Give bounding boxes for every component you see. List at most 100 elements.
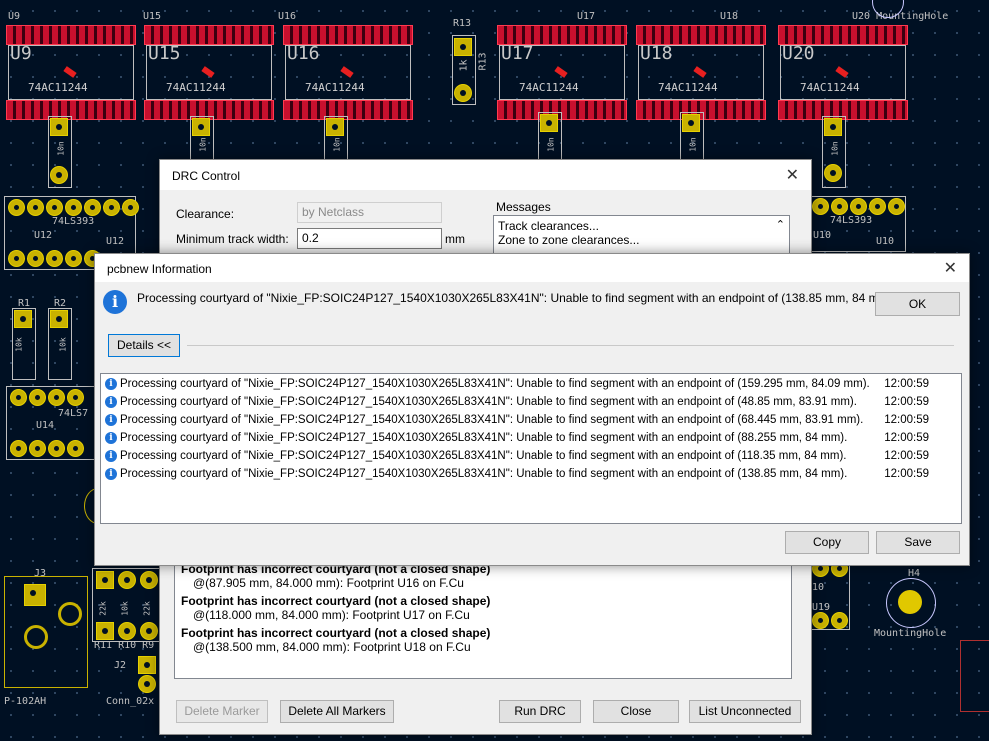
pad: [14, 310, 32, 328]
log-message: Processing courtyard of "Nixie_FP:SOIC24…: [120, 450, 847, 463]
list-unconnected-button[interactable]: List Unconnected: [689, 700, 801, 723]
ref-j2: J2: [114, 660, 127, 671]
pad-row-bottom: [497, 100, 627, 120]
pad: [454, 84, 472, 102]
copy-button[interactable]: Copy: [785, 531, 869, 554]
log-time: 12:00:59: [884, 414, 929, 426]
info-icon: i: [105, 414, 117, 426]
footprint-u18[interactable]: U18 74AC11244: [636, 25, 766, 120]
save-button[interactable]: Save: [876, 531, 960, 554]
pad: [138, 656, 156, 674]
ref-u9: U9: [8, 11, 21, 22]
drc-titlebar[interactable]: DRC Control ✕: [160, 160, 811, 190]
pad: [96, 622, 114, 640]
u10-ref-b: U10: [876, 236, 895, 247]
message-line: Track clearances...: [498, 219, 599, 233]
violation-detail[interactable]: @(87.905 mm, 84.000 mm): Footprint U16 o…: [181, 576, 785, 590]
pad-round: [24, 625, 48, 649]
pad-row: [812, 612, 848, 630]
u12-ref-a: U12: [34, 230, 53, 241]
min-track-width-field[interactable]: 0.2: [297, 228, 442, 249]
cap-value: 10n: [56, 141, 66, 156]
violation-detail[interactable]: @(138.500 mm, 84.000 mm): Footprint U18 …: [181, 640, 785, 654]
r1-value: 10k: [14, 337, 24, 352]
log-time: 12:00:59: [884, 432, 929, 444]
pad: [454, 38, 472, 56]
violations-list[interactable]: Footprint has incorrect courtyard (not a…: [174, 555, 792, 679]
r11-value: 22k: [98, 601, 108, 616]
u12-value: 74LS393: [52, 216, 95, 227]
info-icon: i: [105, 432, 117, 444]
ref-u15: U15: [143, 11, 162, 22]
pad-row: [10, 389, 84, 407]
pad-row-top: [283, 25, 413, 45]
mounting-hole-pad: [898, 590, 922, 614]
delete-all-markers-button[interactable]: Delete All Markers: [280, 700, 394, 723]
log-row[interactable]: i Processing courtyard of "Nixie_FP:SOIC2…: [105, 431, 957, 449]
details-log-list[interactable]: i Processing courtyard of "Nixie_FP:SOIC2…: [100, 373, 962, 524]
message-line: Zone to zone clearances...: [498, 233, 640, 247]
pad: [50, 118, 68, 136]
cap-value: 10n: [198, 137, 208, 152]
ref-mountinghole: MountingHole: [874, 628, 947, 639]
cap-value: 10n: [830, 141, 840, 156]
close-icon[interactable]: ✕: [786, 165, 799, 185]
pad: [50, 310, 68, 328]
footprint-label: U9: [10, 43, 32, 64]
violation-detail[interactable]: @(118.000 mm, 84.000 mm): Footprint U17 …: [181, 608, 785, 622]
log-row[interactable]: i Processing courtyard of "Nixie_FP:SOIC2…: [105, 413, 957, 431]
footprint-value: 74AC11244: [28, 81, 88, 94]
footprint-u20[interactable]: U20 74AC11244: [778, 25, 908, 120]
delete-marker-button[interactable]: Delete Marker: [176, 700, 268, 723]
info-titlebar[interactable]: pcbnew Information ✕: [95, 254, 969, 282]
violation-heading[interactable]: Footprint has incorrect courtyard (not a…: [181, 626, 785, 640]
board-edge-fragment: [960, 640, 989, 712]
footprint-label: U18: [640, 43, 673, 64]
log-message: Processing courtyard of "Nixie_FP:SOIC24…: [120, 432, 848, 445]
pad-round: [58, 602, 82, 626]
ref-u20-mountinghole: U20 MountingHole: [852, 11, 949, 22]
close-icon[interactable]: ✕: [944, 258, 957, 278]
log-row[interactable]: i Processing courtyard of "Nixie_FP:SOIC2…: [105, 467, 957, 485]
messages-label: Messages: [496, 200, 551, 214]
ref-p102ah: P-102AH: [4, 696, 47, 707]
info-icon: i: [105, 468, 117, 480]
close-button[interactable]: Close: [593, 700, 679, 723]
cap-value: 10n: [332, 137, 342, 152]
r9-value: 22k: [142, 601, 152, 616]
pad-row-top: [778, 25, 908, 45]
info-icon: i: [105, 378, 117, 390]
log-row[interactable]: i Processing courtyard of "Nixie_FP:SOIC2…: [105, 395, 957, 413]
violation-heading[interactable]: Footprint has incorrect courtyard (not a…: [181, 594, 785, 608]
min-track-width-label: Minimum track width:: [176, 232, 289, 246]
ok-button[interactable]: OK: [875, 292, 960, 316]
footprint-u15[interactable]: U15 74AC11244: [144, 25, 274, 120]
run-drc-button[interactable]: Run DRC: [499, 700, 581, 723]
info-icon: i: [105, 450, 117, 462]
pad-row-top: [6, 25, 136, 45]
scroll-up-icon[interactable]: ⌃: [776, 218, 785, 231]
drc-title: DRC Control: [172, 169, 241, 183]
pad-row: [10, 440, 84, 458]
pad-row-bottom: [283, 100, 413, 120]
log-row[interactable]: i Processing courtyard of "Nixie_FP:SOIC2…: [105, 377, 957, 395]
ref-u18: U18: [720, 11, 739, 22]
footprint-u9[interactable]: U9 74AC11244: [6, 25, 136, 120]
pad: [118, 571, 136, 589]
r13-label: R13: [477, 52, 489, 71]
footprint-value: 74AC11244: [800, 81, 860, 94]
log-time: 12:00:59: [884, 468, 929, 480]
ref-r11-r10-r9: R11 R10 R9: [94, 640, 155, 651]
pad: [326, 118, 344, 136]
footprint-u16[interactable]: U16 74AC11244: [283, 25, 413, 120]
pad: [192, 118, 210, 136]
pad: [540, 114, 558, 132]
u10-ref-a: U10: [813, 230, 832, 241]
pad-row-top: [144, 25, 274, 45]
details-toggle-button[interactable]: Details <<: [108, 334, 180, 357]
footprint-u17[interactable]: U17 74AC11244: [497, 25, 627, 120]
ref-u14: U14: [36, 420, 55, 431]
footprint-value: 74AC11244: [166, 81, 226, 94]
pad: [50, 166, 68, 184]
log-row[interactable]: i Processing courtyard of "Nixie_FP:SOIC2…: [105, 449, 957, 467]
